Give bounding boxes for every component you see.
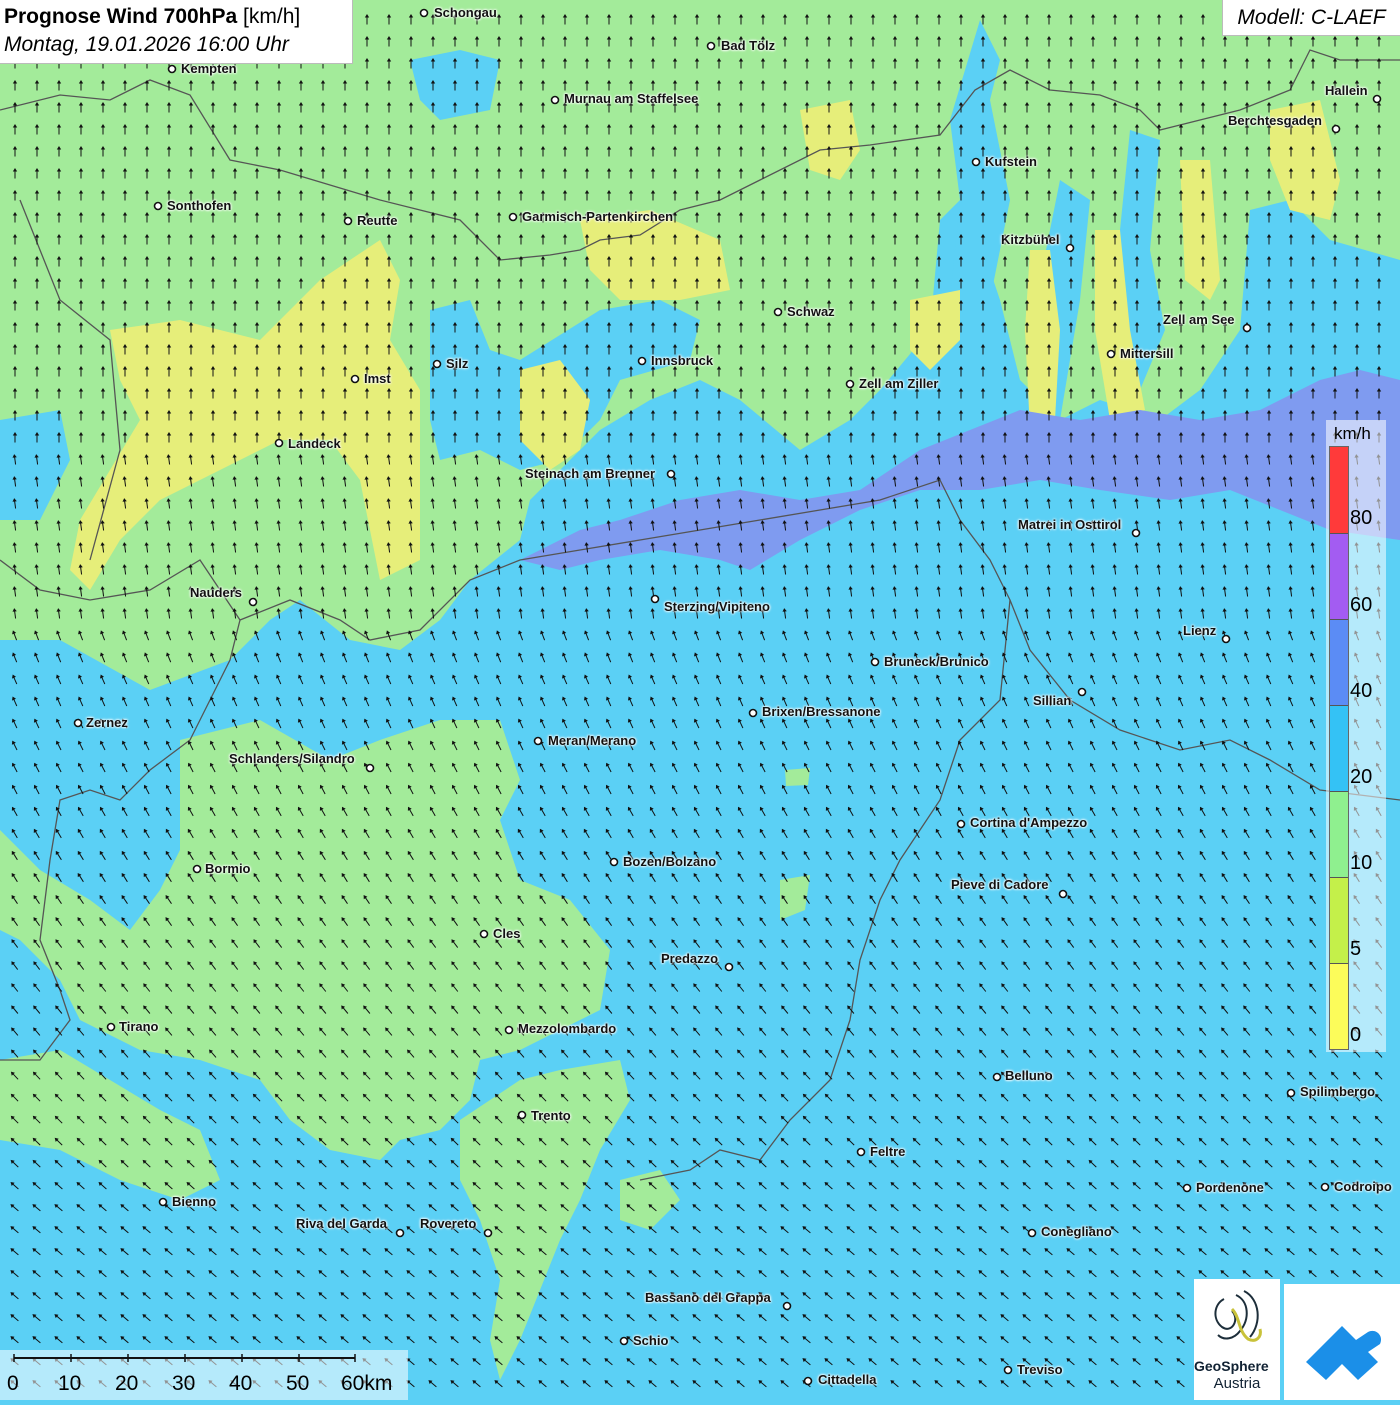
green-spot-3 <box>785 768 810 786</box>
